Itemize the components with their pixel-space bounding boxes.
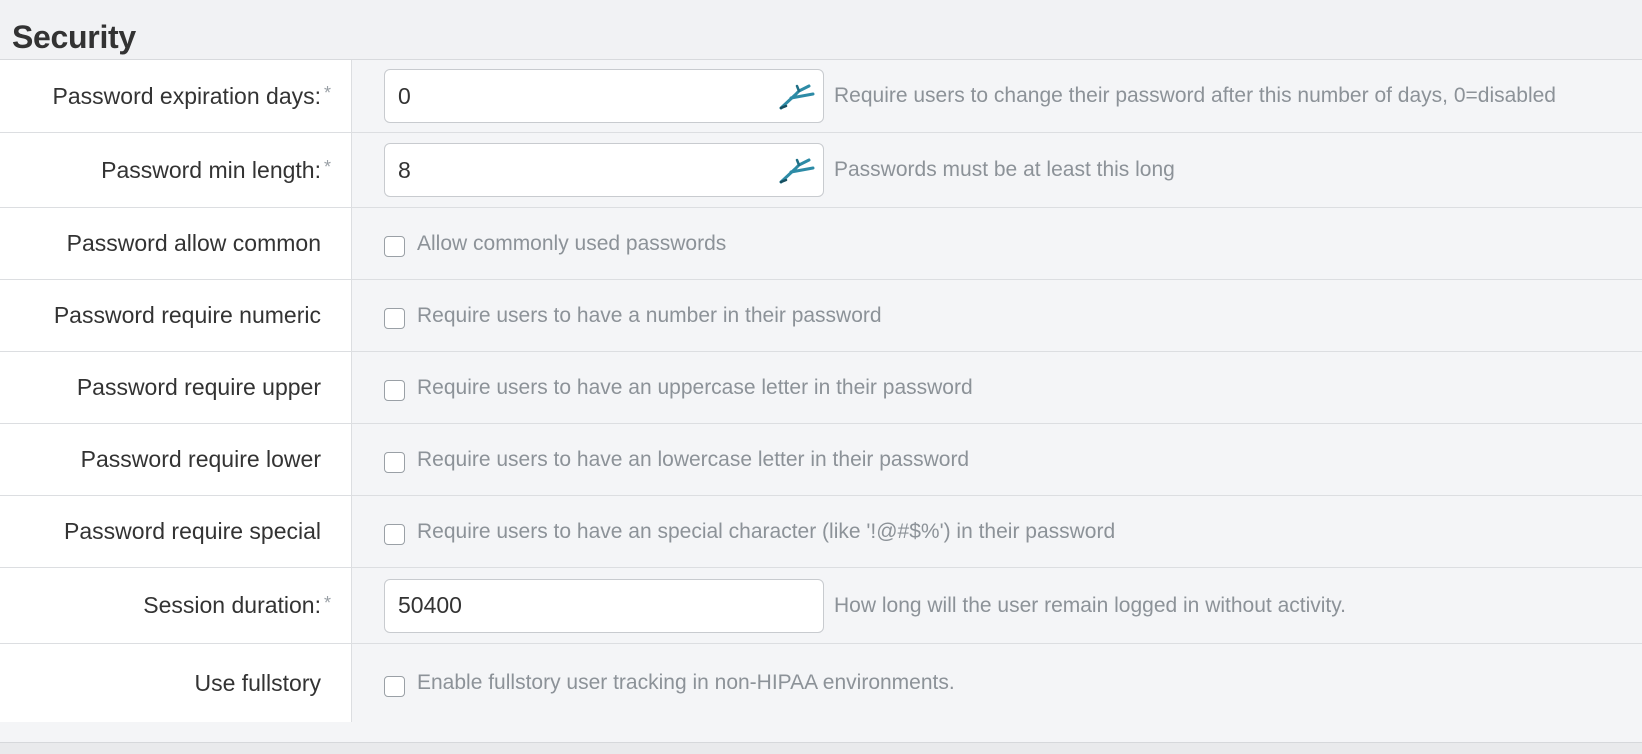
password-require-special-checkbox[interactable] bbox=[384, 524, 405, 545]
field-label-cell: Password expiration days: * bbox=[0, 60, 352, 132]
field-label-cell: Password require lower bbox=[0, 424, 352, 495]
field-label-cell: Password require special bbox=[0, 496, 352, 567]
form-bottom-border bbox=[0, 742, 1642, 754]
password-allow-common-checkbox[interactable] bbox=[384, 236, 405, 257]
pen-icon[interactable] bbox=[777, 81, 817, 111]
field-label: Password require special bbox=[64, 518, 321, 544]
input-value: 50400 bbox=[398, 592, 462, 618]
pen-icon[interactable] bbox=[777, 155, 817, 185]
use-fullstory-checkbox[interactable] bbox=[384, 675, 405, 697]
setting-row-password-require-special: Password require special Require users t… bbox=[0, 496, 1642, 568]
required-asterisk: * bbox=[323, 82, 331, 103]
field-label: Password require lower bbox=[80, 446, 321, 472]
input-value: 8 bbox=[398, 156, 411, 183]
field-control-cell: 0 Require users to change their password… bbox=[352, 60, 1642, 132]
required-asterisk: * bbox=[323, 156, 331, 177]
password-min-length-input[interactable]: 8 bbox=[384, 143, 824, 197]
field-label: Password require upper bbox=[76, 374, 321, 400]
field-label: Password min length: bbox=[101, 156, 321, 183]
checkbox-label[interactable]: Require users to have an lowercase lette… bbox=[417, 448, 969, 472]
field-control-cell: Require users to have an special charact… bbox=[352, 496, 1642, 567]
field-label-cell: Password min length: * bbox=[0, 133, 352, 207]
input-value: 0 bbox=[398, 82, 411, 109]
field-label: Use fullstory bbox=[194, 669, 321, 696]
checkbox-label[interactable]: Require users to have an uppercase lette… bbox=[417, 376, 973, 400]
field-label-cell: Password allow common bbox=[0, 208, 352, 279]
setting-row-password-require-numeric: Password require numeric Require users t… bbox=[0, 280, 1642, 352]
required-asterisk: * bbox=[323, 592, 331, 613]
setting-row-password-allow-common: Password allow common Allow commonly use… bbox=[0, 208, 1642, 280]
field-control-cell: Require users to have an lowercase lette… bbox=[352, 424, 1642, 495]
field-label-cell: Use fullstory bbox=[0, 644, 352, 722]
field-control-cell: 50400 How long will the user remain logg… bbox=[352, 568, 1642, 643]
setting-row-session-duration: Session duration: * 50400 How long will … bbox=[0, 568, 1642, 644]
field-control-cell: Enable fullstory user tracking in non-HI… bbox=[352, 644, 1642, 722]
password-require-upper-checkbox[interactable] bbox=[384, 380, 405, 401]
field-label: Session duration: bbox=[143, 592, 321, 618]
field-label-cell: Password require upper bbox=[0, 352, 352, 423]
field-control-cell: 8 Passwords must be at least this long bbox=[352, 133, 1642, 207]
field-control-cell: Allow commonly used passwords bbox=[352, 208, 1642, 279]
password-require-numeric-checkbox[interactable] bbox=[384, 308, 405, 329]
field-label-cell: Session duration: * bbox=[0, 568, 352, 643]
checkbox-label[interactable]: Allow commonly used passwords bbox=[417, 232, 726, 256]
setting-row-password-min-length: Password min length: * 8 Passwords must … bbox=[0, 133, 1642, 208]
checkbox-label[interactable]: Require users to have an special charact… bbox=[417, 520, 1115, 544]
session-duration-input[interactable]: 50400 bbox=[384, 578, 824, 633]
checkbox-label[interactable]: Require users to have a number in their … bbox=[417, 304, 882, 328]
setting-row-password-require-upper: Password require upper Require users to … bbox=[0, 352, 1642, 424]
section-title: Security bbox=[12, 19, 136, 55]
setting-row-password-require-lower: Password require lower Require users to … bbox=[0, 424, 1642, 496]
field-label: Password expiration days: bbox=[52, 82, 321, 109]
field-control-cell: Require users to have a number in their … bbox=[352, 280, 1642, 351]
field-help-text: Require users to change their password a… bbox=[834, 84, 1556, 107]
field-label: Password require numeric bbox=[53, 302, 321, 328]
password-require-lower-checkbox[interactable] bbox=[384, 452, 405, 473]
password-expiration-days-input[interactable]: 0 bbox=[384, 69, 824, 123]
setting-row-password-expiration-days: Password expiration days: * 0 Require us… bbox=[0, 60, 1642, 133]
field-help-text: How long will the user remain logged in … bbox=[834, 593, 1347, 617]
field-control-cell: Require users to have an uppercase lette… bbox=[352, 352, 1642, 423]
checkbox-label[interactable]: Enable fullstory user tracking in non-HI… bbox=[417, 671, 955, 695]
section-header: Security bbox=[0, 0, 1642, 60]
field-help-text: Passwords must be at least this long bbox=[834, 158, 1175, 181]
setting-row-use-fullstory: Use fullstory Enable fullstory user trac… bbox=[0, 644, 1642, 722]
security-settings-form: Password expiration days: * 0 Require us… bbox=[0, 60, 1642, 722]
field-label: Password allow common bbox=[66, 230, 321, 256]
field-label-cell: Password require numeric bbox=[0, 280, 352, 351]
